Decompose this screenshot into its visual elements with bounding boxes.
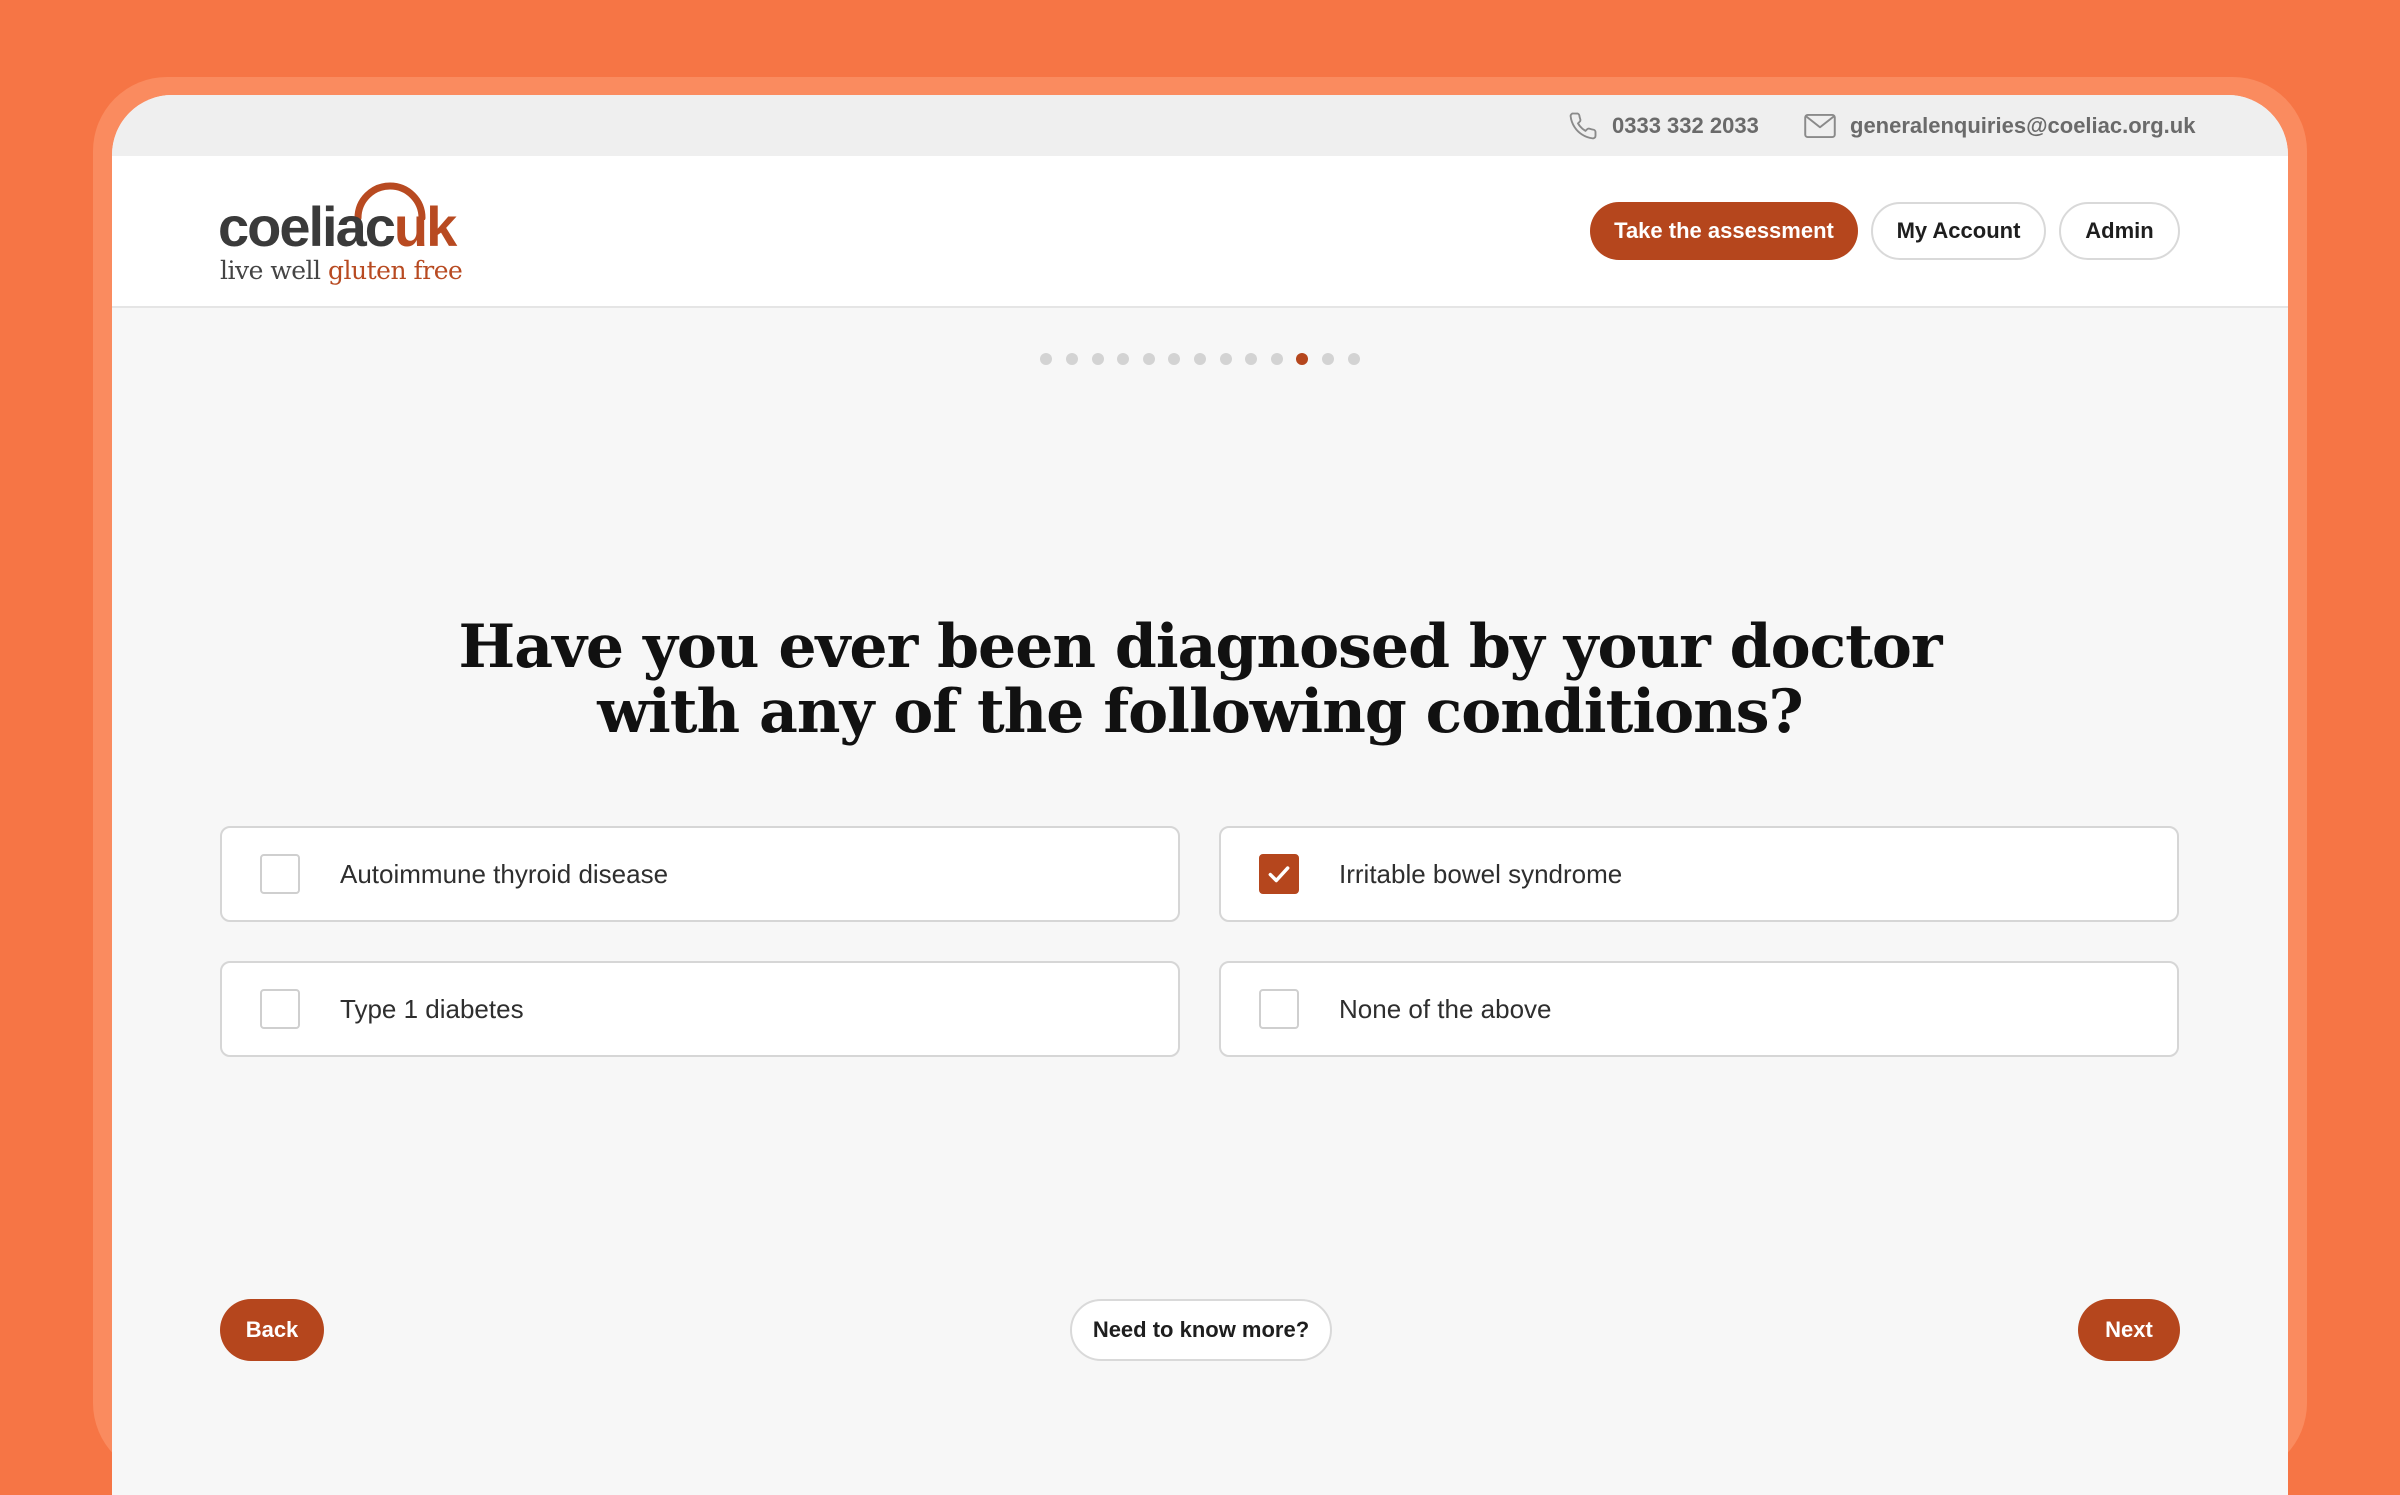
progress-dot [1245,353,1258,365]
phone-number: 0333 332 2033 [1612,112,1759,138]
progress-dot [1347,353,1360,365]
option-none-of-the-above[interactable]: None of the above [1219,961,2179,1057]
phone-icon [1569,112,1597,139]
option-autoimmune-thyroid-disease[interactable]: Autoimmune thyroid disease [220,826,1180,922]
option-label: Irritable bowel syndrome [1339,858,1623,889]
checkmark-icon [1268,866,1290,883]
logo-tagline-main: live well [220,256,321,285]
progress-dot [1194,353,1206,365]
step-progress-dots [112,353,2288,365]
progress-dot [1091,353,1104,365]
question-line-1: Have you ever been diagnosed by your doc… [458,612,1943,682]
option-label: Type 1 diabetes [340,993,524,1024]
progress-dot [1219,353,1232,365]
checkbox-checked[interactable] [1259,854,1299,894]
progress-dot [1321,353,1334,365]
progress-dot [1168,353,1181,365]
question-heading: Have you ever been diagnosed by your doc… [112,615,2288,745]
logo-wordmark: coeliacuk [218,194,457,259]
option-type-1-diabetes[interactable]: Type 1 diabetes [220,961,1180,1057]
phone-link[interactable]: 0333 332 2033 [1568,95,1759,156]
logo-word-coeliac: coeliac [218,195,396,258]
progress-dot [1270,353,1283,365]
logo-tagline: live well gluten free [220,256,463,285]
progress-dot [1066,353,1079,365]
question-line-2: with any of the following conditions? [597,677,1803,747]
take-assessment-button[interactable]: Take the assessment [1590,202,1858,260]
browser-window: 0333 332 2033 generalenquiries@coeliac.o… [112,95,2288,1495]
admin-button[interactable]: Admin [2059,202,2180,260]
option-label: Autoimmune thyroid disease [340,858,669,889]
progress-dot [1117,353,1130,365]
logo-tagline-accent: gluten free [328,256,463,285]
email-link[interactable]: generalenquiries@coeliac.org.uk [1804,95,2195,156]
option-label: None of the above [1339,993,1552,1024]
checkbox[interactable] [260,854,300,894]
need-to-know-more-button[interactable]: Need to know more? [1070,1299,1332,1361]
back-button[interactable]: Back [220,1299,324,1361]
checkbox[interactable] [260,989,300,1029]
coeliac-uk-logo[interactable]: coeliacuk live well gluten free [218,176,468,286]
progress-dot-current [1296,353,1309,365]
progress-dot [1040,353,1053,365]
contact-bar: 0333 332 2033 generalenquiries@coeliac.o… [112,95,2288,156]
logo-word-uk: uk [393,195,457,258]
next-button[interactable]: Next [2078,1299,2180,1361]
email-address: generalenquiries@coeliac.org.uk [1850,112,2196,138]
option-irritable-bowel-syndrome[interactable]: Irritable bowel syndrome [1219,826,2179,922]
progress-dot [1142,353,1155,365]
site-header: coeliacuk live well gluten free Take the… [112,156,2288,308]
my-account-button[interactable]: My Account [1871,202,2046,260]
envelope-icon [1804,113,1836,138]
checkbox[interactable] [1259,989,1299,1029]
